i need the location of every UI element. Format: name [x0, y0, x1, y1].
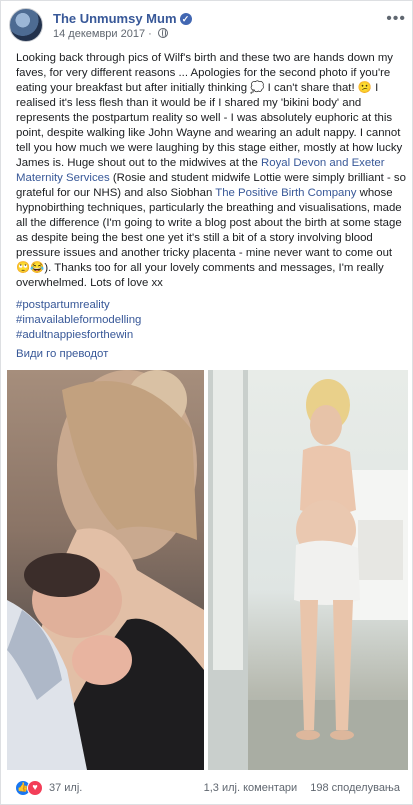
post-header: The Unmumsy Mum ✓ 14 декември 2017 · •••: [9, 8, 406, 42]
photo-postpartum[interactable]: [208, 370, 408, 770]
link-positive-birth-company[interactable]: The Positive Birth Company: [215, 187, 356, 199]
photo-grid: [7, 370, 408, 770]
reaction-count[interactable]: 37 илј.: [49, 782, 82, 794]
see-translation-link[interactable]: Види го преводот: [16, 348, 108, 360]
post-text: Looking back through pics of Wilf's birt…: [16, 51, 406, 291]
engagement-counts: 1,3 илј. коментари 198 споделувања: [204, 782, 400, 794]
post-date[interactable]: 14 декември 2017: [53, 28, 145, 40]
author-name[interactable]: The Unmumsy Mum: [53, 11, 177, 26]
photo-newborn[interactable]: [7, 370, 204, 770]
page-name[interactable]: The Unmumsy Mum ✓: [53, 11, 192, 26]
hashtag-link[interactable]: #imavailableformodelling: [16, 314, 141, 326]
hashtag-link[interactable]: #postpartumreality: [16, 299, 110, 311]
avatar[interactable]: [9, 8, 43, 42]
post-body-part: Looking back through pics of Wilf's birt…: [16, 52, 403, 169]
more-options-icon[interactable]: •••: [386, 11, 406, 27]
hashtag-list: #postpartumreality #imavailableformodell…: [16, 298, 406, 343]
love-reaction-icon[interactable]: ♥: [27, 780, 43, 796]
verified-badge-icon: ✓: [179, 13, 192, 25]
photo-newborn-illustration: [7, 370, 204, 770]
photo-postpartum-illustration: [208, 370, 408, 770]
post-card: The Unmumsy Mum ✓ 14 декември 2017 · ••• …: [0, 0, 413, 805]
hashtag-link[interactable]: #adultnappiesforthewin: [16, 329, 133, 341]
share-count[interactable]: 198 споделувања: [310, 782, 400, 794]
globe-icon: [157, 28, 168, 38]
post-meta: 14 декември 2017 ·: [53, 28, 168, 40]
date-separator: ·: [148, 28, 152, 40]
post-footer: 👍 ♥ 37 илј. 1,3 илј. коментари 198 споде…: [15, 779, 400, 799]
comment-count[interactable]: 1,3 илј. коментари: [204, 782, 298, 794]
post-body-part: whose hypnobirthing techniques, particul…: [16, 187, 402, 289]
